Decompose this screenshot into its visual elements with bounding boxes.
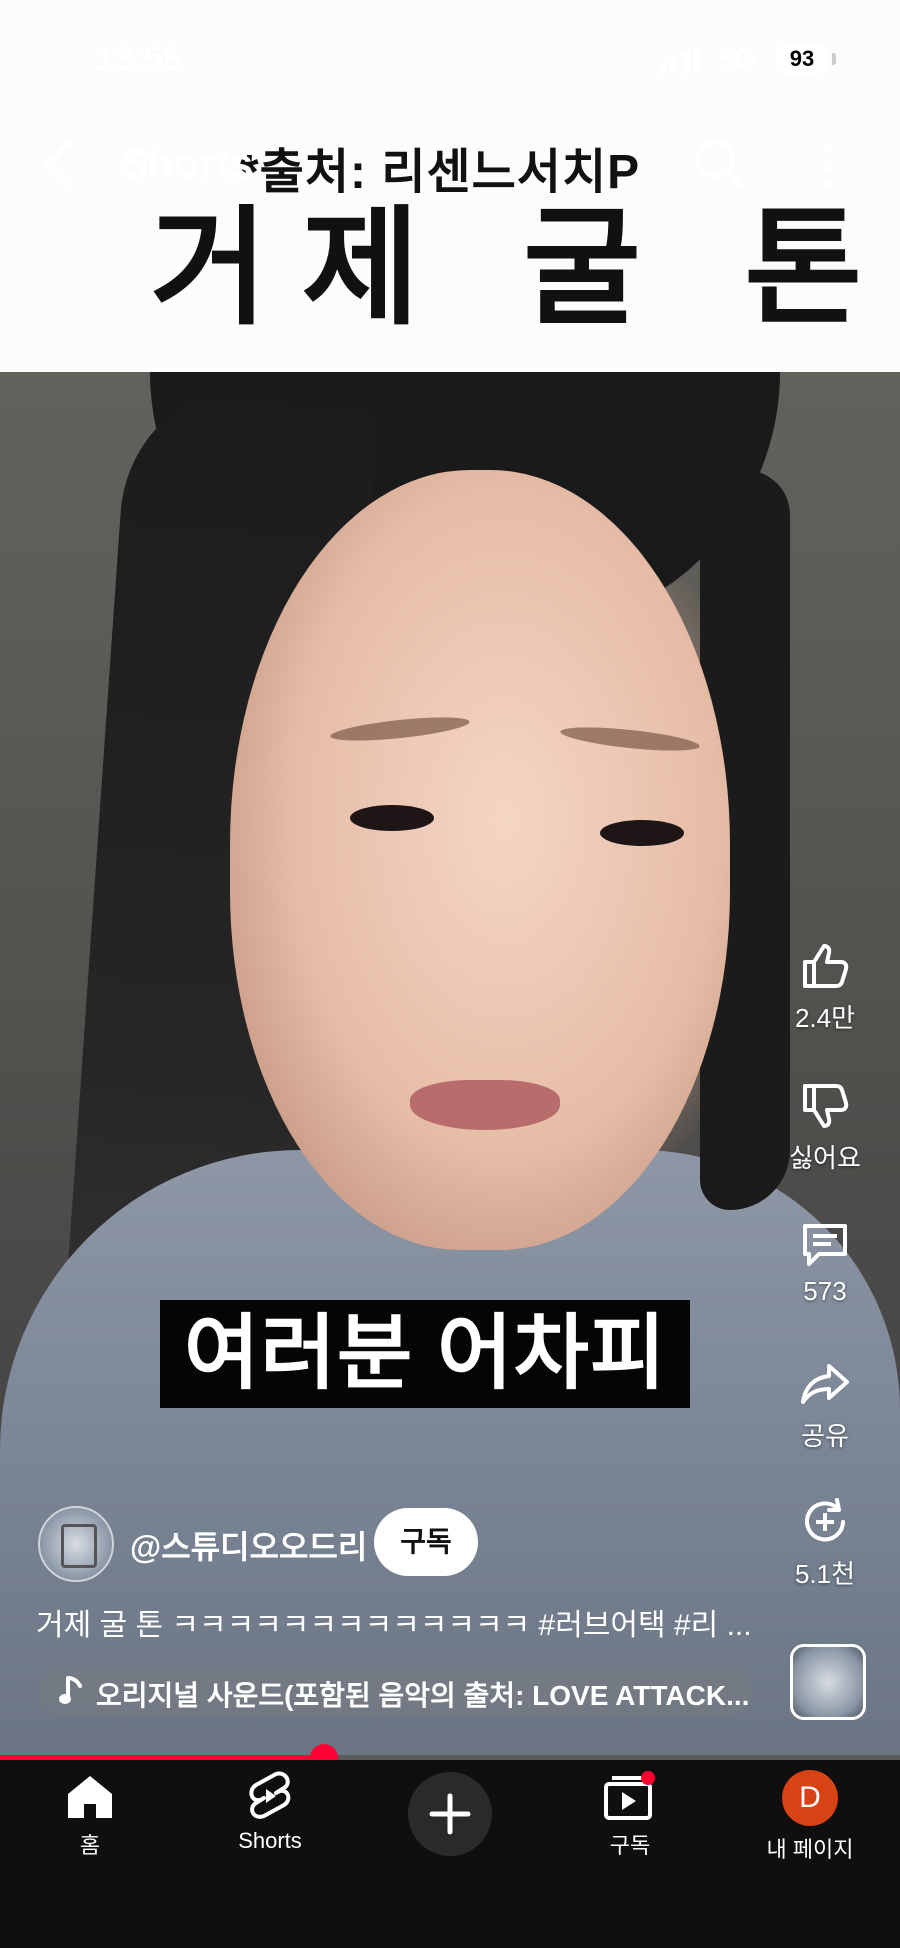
nav-subscriptions-label: 구독: [609, 1833, 651, 1858]
comment-icon: [803, 1224, 847, 1266]
video-big-title: 거제 굴 톤: [150, 197, 897, 340]
remix-button[interactable]: 5.1천: [780, 1496, 870, 1591]
profile-avatar: D: [782, 1770, 838, 1826]
sound-thumbnail[interactable]: [790, 1644, 866, 1720]
battery-tip: [832, 53, 836, 65]
subscribe-button[interactable]: 구독: [374, 1508, 478, 1576]
video-frame-detail: [350, 805, 434, 831]
search-icon: [695, 139, 746, 190]
nav-subscriptions[interactable]: 구독: [550, 1770, 710, 1860]
like-button[interactable]: 2.4만: [780, 940, 870, 1035]
nav-home[interactable]: 홈: [10, 1770, 170, 1860]
shorts-icon: [249, 1771, 291, 1819]
search-button[interactable]: [692, 136, 748, 192]
signal-icon: [658, 46, 704, 74]
more-options-button[interactable]: [816, 140, 840, 192]
status-time: 13:55: [95, 40, 182, 78]
video-frame-face: [230, 470, 730, 1250]
nav-shorts-label: Shorts: [238, 1828, 302, 1853]
video-caption: 여러분 어차피: [160, 1300, 691, 1408]
nav-my-page[interactable]: D 내 페이지: [730, 1770, 890, 1864]
nav-home-label: 홈: [79, 1833, 101, 1858]
remix-icon: [805, 1498, 845, 1542]
thumbs-up-icon: [803, 944, 849, 988]
home-icon: [68, 1776, 112, 1818]
back-button[interactable]: [40, 138, 80, 188]
thumbs-down-icon: [803, 1084, 849, 1128]
nav-shorts[interactable]: Shorts: [190, 1770, 350, 1854]
dislike-label: 싫어요: [789, 1143, 861, 1173]
dislike-button[interactable]: 싫어요: [780, 1080, 870, 1175]
channel-logo-icon: [61, 1524, 97, 1568]
music-note-icon: [59, 1676, 82, 1704]
channel-name[interactable]: @스튜디오오드리: [130, 1522, 367, 1568]
share-label: 공유: [801, 1421, 849, 1451]
bottom-navigation: 홈 Shorts 구독 D 내 페이지: [0, 1760, 900, 1948]
more-vertical-icon: [823, 143, 833, 189]
channel-avatar[interactable]: [38, 1506, 114, 1582]
like-count: 2.4만: [794, 1003, 856, 1033]
comment-count: 573: [803, 1276, 847, 1306]
network-type: 5G: [717, 43, 758, 76]
battery-icon: 93: [776, 44, 828, 74]
video-description[interactable]: 거제 굴 톤 ㅋㅋㅋㅋㅋㅋㅋㅋㅋㅋㅋㅋㅋ #러브어택 #리 ...: [36, 1600, 756, 1644]
sound-label: 오리지널 사운드(포함된 음악의 출처: LOVE ATTACK...: [96, 1680, 750, 1711]
share-icon: [801, 1364, 849, 1404]
create-button[interactable]: [408, 1772, 492, 1856]
comments-button[interactable]: 573: [780, 1218, 870, 1307]
plus-icon: [429, 1793, 471, 1835]
chevron-left-icon: [45, 139, 73, 187]
video-frame-detail: [600, 820, 684, 846]
remix-count: 5.1천: [794, 1559, 856, 1589]
page-title: Shorts: [120, 140, 254, 187]
nav-my-page-label: 내 페이지: [766, 1837, 854, 1862]
video-source-text: *출처: 리센느서치P: [240, 146, 641, 199]
subscriptions-icon: [604, 1771, 655, 1820]
video-frame-detail: [410, 1080, 560, 1130]
sound-pill[interactable]: 오리지널 사운드(포함된 음악의 출처: LOVE ATTACK...: [38, 1664, 752, 1716]
share-button[interactable]: 공유: [780, 1358, 870, 1453]
